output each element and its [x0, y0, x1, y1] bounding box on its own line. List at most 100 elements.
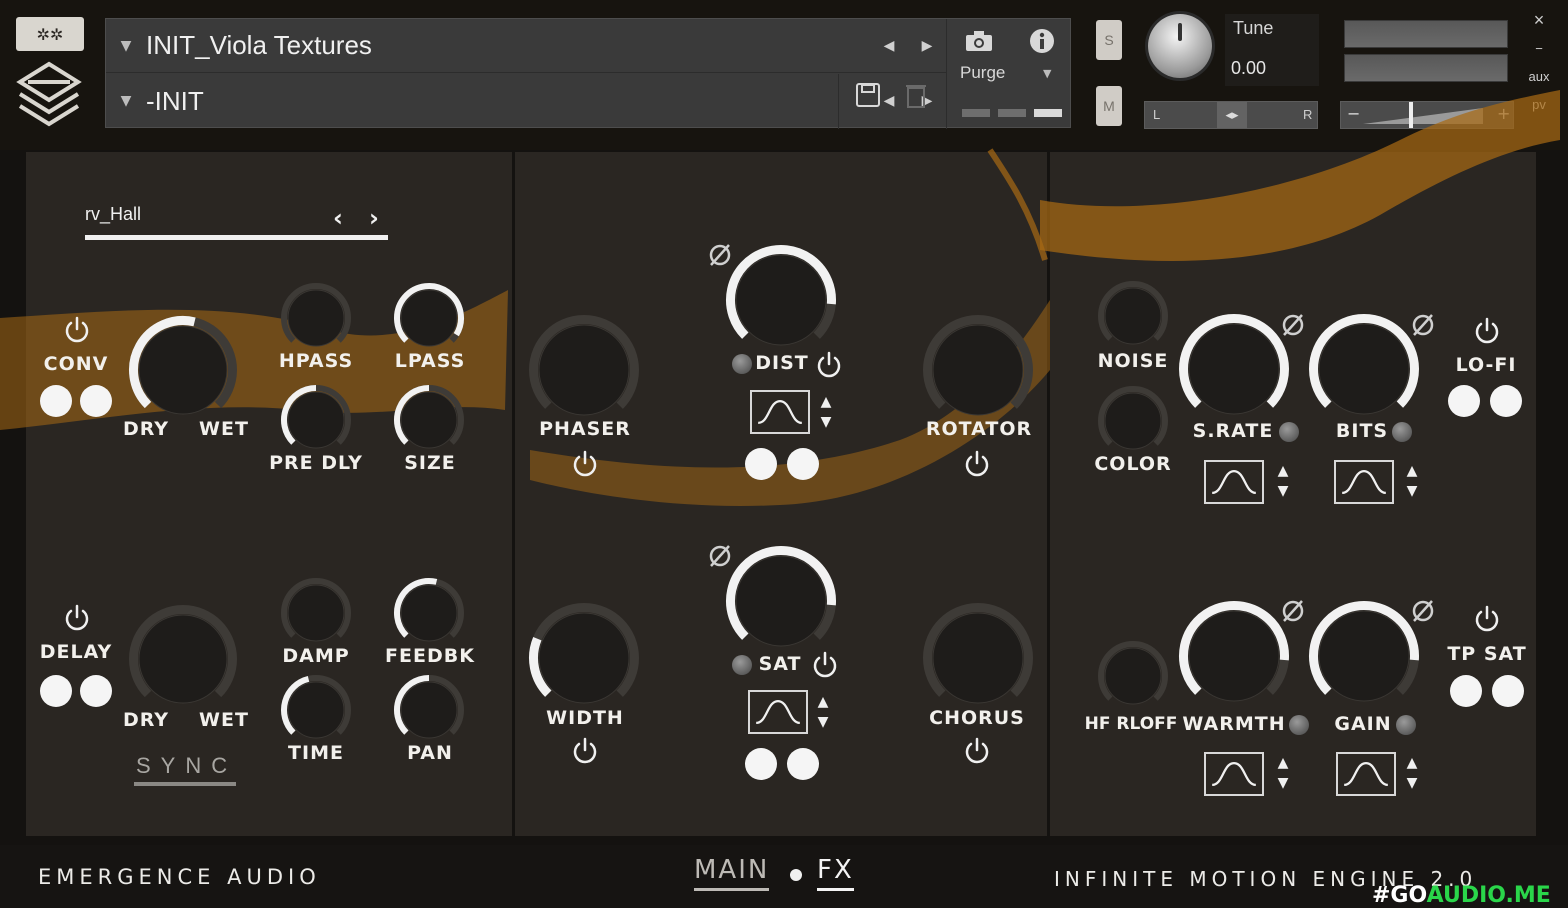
up-down-arrows-icon[interactable]: ▲ ▼ — [1275, 461, 1291, 501]
up-down-arrows-icon[interactable]: ▲ ▼ — [815, 692, 831, 732]
warmth-mod-button[interactable] — [1289, 715, 1309, 735]
power-icon[interactable] — [570, 736, 600, 766]
tab-fx[interactable]: FX — [817, 855, 854, 891]
sync-toggle[interactable]: SYNC — [136, 753, 237, 779]
power-icon[interactable] — [62, 315, 92, 345]
arrow-right-icon[interactable]: › — [369, 204, 379, 232]
bits-mod-button[interactable] — [1392, 422, 1412, 442]
up-down-arrows-icon[interactable]: ▲ ▼ — [1404, 461, 1420, 501]
dist-toggle-b[interactable] — [787, 448, 819, 480]
lfo-sine-icon[interactable] — [1336, 752, 1396, 796]
reverb-mix-knob[interactable] — [128, 315, 238, 429]
power-icon[interactable] — [814, 350, 844, 380]
save-icon[interactable] — [850, 77, 886, 113]
reverb-impulse-name[interactable]: rv_Hall — [85, 204, 141, 225]
dist-mod-button[interactable] — [732, 354, 752, 374]
caret-down-icon[interactable]: ▼ — [106, 38, 146, 54]
tune-value[interactable]: 0.00 — [1231, 58, 1266, 79]
lofi-toggle-a[interactable] — [1448, 385, 1480, 417]
feedbk-knob[interactable] — [393, 577, 465, 653]
tpsat-toggle-b[interactable] — [1492, 675, 1524, 707]
rotator-knob[interactable] — [922, 314, 1034, 430]
pv-button[interactable]: pv — [1522, 92, 1556, 116]
pan-handle[interactable]: ◂▸ — [1217, 102, 1247, 128]
sat-toggle-b[interactable] — [787, 748, 819, 780]
camera-icon[interactable] — [961, 23, 997, 59]
volume-knob[interactable] — [1148, 14, 1212, 78]
chorus-knob[interactable] — [922, 602, 1034, 718]
power-icon[interactable] — [962, 736, 992, 766]
purge-menu[interactable]: Purge — [960, 63, 1005, 83]
lfo-sine-icon[interactable] — [750, 390, 810, 434]
srate-knob[interactable] — [1178, 313, 1290, 429]
preset-name[interactable]: INIT_Viola Textures — [146, 30, 870, 61]
solo-button[interactable]: S — [1096, 20, 1122, 60]
mute-button[interactable]: M — [1096, 86, 1122, 126]
lpass-knob[interactable] — [393, 282, 465, 358]
size-knob[interactable] — [393, 384, 465, 460]
knob-body — [400, 681, 458, 739]
arrow-right-icon[interactable]: ▶ — [908, 38, 946, 54]
power-icon[interactable] — [1472, 316, 1502, 346]
conv-toggle-a[interactable] — [40, 385, 72, 417]
purge-indicator — [1034, 109, 1062, 117]
caret-down-icon[interactable]: ▼ — [1043, 67, 1051, 80]
time-knob[interactable] — [280, 674, 352, 750]
sat-toggle-a[interactable] — [745, 748, 777, 780]
up-down-arrows-icon[interactable]: ▲ ▼ — [1275, 753, 1291, 793]
tpsat-toggle-a[interactable] — [1450, 675, 1482, 707]
power-icon[interactable] — [962, 449, 992, 479]
pan-knob[interactable] — [393, 674, 465, 750]
aux-button[interactable]: aux — [1522, 64, 1556, 88]
logo-badge-icon[interactable]: ✲✲ — [16, 17, 84, 51]
output-gain-slider[interactable]: − + — [1340, 101, 1514, 129]
power-icon[interactable] — [1472, 604, 1502, 634]
color-knob[interactable] — [1097, 385, 1169, 461]
caret-down-icon[interactable]: ▼ — [106, 93, 146, 109]
pan-slider[interactable]: L ◂▸ R — [1144, 101, 1318, 129]
tune-control[interactable]: Tune 0.00 — [1225, 14, 1319, 86]
info-icon[interactable] — [1024, 23, 1060, 59]
up-down-arrows-icon[interactable]: ▲ ▼ — [818, 392, 834, 432]
delay-mix-knob[interactable] — [128, 604, 238, 718]
lfo-sine-icon[interactable] — [748, 690, 808, 734]
predly-knob[interactable] — [280, 384, 352, 460]
power-icon[interactable] — [62, 603, 92, 633]
lofi-toggle-b[interactable] — [1490, 385, 1522, 417]
sat-mod-button[interactable] — [732, 655, 752, 675]
width-knob[interactable] — [528, 602, 640, 718]
up-down-arrows-icon[interactable]: ▲ ▼ — [1404, 753, 1420, 793]
snapshot-name[interactable]: -INIT — [146, 86, 870, 117]
damp-knob[interactable] — [280, 577, 352, 653]
close-button[interactable]: × — [1522, 8, 1556, 32]
tab-main[interactable]: MAIN — [694, 855, 770, 891]
minimize-button[interactable]: − — [1522, 36, 1556, 60]
lfo-sine-icon[interactable] — [1204, 460, 1264, 504]
phaser-knob[interactable] — [528, 314, 640, 430]
conv-toggle-b[interactable] — [80, 385, 112, 417]
warmth-knob[interactable] — [1178, 600, 1290, 716]
lfo-sine-icon[interactable] — [1204, 752, 1264, 796]
bits-knob[interactable] — [1308, 313, 1420, 429]
sat-knob[interactable] — [725, 545, 837, 661]
gain-knob[interactable] — [1308, 600, 1420, 716]
knob-body — [400, 391, 458, 449]
arrow-left-icon[interactable]: ‹ — [333, 204, 343, 232]
srate-mod-button[interactable] — [1279, 422, 1299, 442]
knob-graphic — [726, 546, 836, 647]
hfrolloff-knob[interactable] — [1097, 640, 1169, 716]
knob-graphic — [1098, 281, 1168, 345]
arrow-left-icon[interactable]: ◀ — [870, 38, 908, 54]
power-icon[interactable] — [570, 449, 600, 479]
delay-toggle-b[interactable] — [80, 675, 112, 707]
delay-toggle-a[interactable] — [40, 675, 72, 707]
power-icon[interactable] — [810, 650, 840, 680]
lfo-sine-icon[interactable] — [1334, 460, 1394, 504]
dist-toggle-a[interactable] — [745, 448, 777, 480]
dist-knob[interactable] — [725, 244, 837, 360]
hpass-knob[interactable] — [280, 282, 352, 358]
trash-icon[interactable] — [898, 77, 934, 113]
gain-handle[interactable] — [1409, 102, 1413, 128]
noise-knob[interactable] — [1097, 280, 1169, 356]
gain-mod-button[interactable] — [1396, 715, 1416, 735]
